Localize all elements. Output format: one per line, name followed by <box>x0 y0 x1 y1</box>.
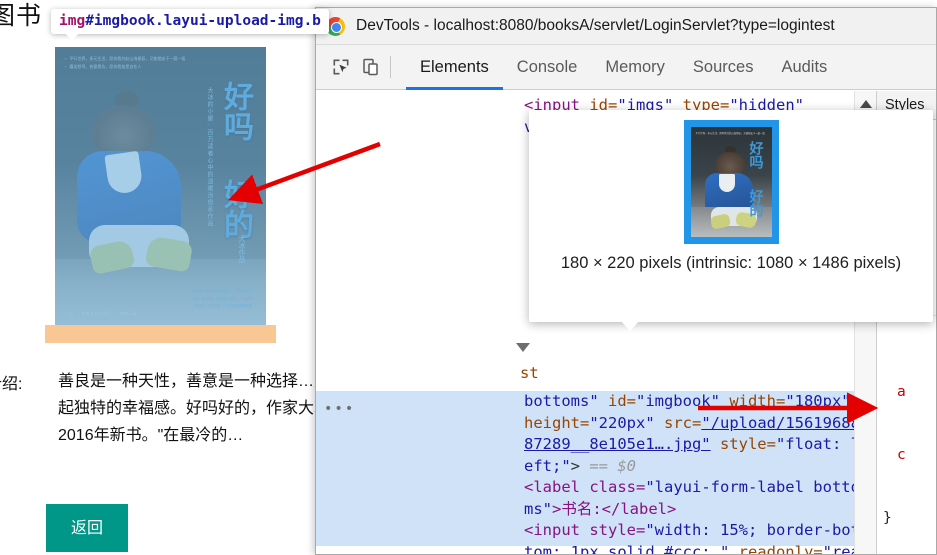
dom-label-open: <label class= <box>524 478 646 496</box>
screenshot-root: 图书 平行世界，多元生活，愿你我共赴山海星辰，又能相安于一蔬一饭 嬉笑怒骂、快意… <box>0 0 937 555</box>
dom-sel-class-tail: bottoms" <box>524 392 599 410</box>
preview-white-collar <box>718 174 735 192</box>
device-toolbar-icon[interactable] <box>356 52 386 82</box>
dom-sel-attr-id: id= <box>598 392 636 410</box>
preview-title-top: 好吗 <box>748 141 765 169</box>
element-selector-text: #imgbook.layui-upload-img.b <box>85 13 321 29</box>
dom-input-open: <input style= <box>524 521 646 539</box>
css-rule-2-close: } <box>883 510 892 526</box>
css-rule-2-value[interactable]: c <box>897 447 906 463</box>
preview-title-bottom: 好的 <box>748 189 765 217</box>
dom-sel-height-value: "220px" <box>589 413 655 432</box>
intro-text: 善良是一种天性，善意是一种选择…建立起独特的幸福感。好吗好的，作家大冰2016年… <box>58 373 347 444</box>
dom-sel-close-bracket: > <box>570 456 581 475</box>
image-dimensions-caption: 180 × 220 pixels (intrinsic: 1080 × 1486… <box>560 254 902 272</box>
image-preview-thumbnail: 平行世界，多元生活，愿你我共赴山海星辰，又能相安于一蔬一饭 好吗 好的 <box>683 120 779 244</box>
dom-ellipsis-dots: ••• <box>324 401 356 417</box>
toolbar-divider <box>390 56 391 78</box>
devtools-content-highlight <box>55 47 266 325</box>
tab-audits[interactable]: Audits <box>767 45 841 90</box>
tab-memory[interactable]: Memory <box>591 45 679 90</box>
dom-partial-attr-st: st <box>520 364 539 382</box>
dom-input-readonly: readonly= <box>729 542 823 555</box>
dom-sel-console-ref: == $0 <box>580 456 637 475</box>
preview-bullet-text: 平行世界，多元生活，愿你我共赴山海星辰，又能相安于一蔬一饭 <box>695 132 765 135</box>
scroll-up-arrow-icon[interactable] <box>859 100 872 108</box>
image-preview-popup: 平行世界，多元生活，愿你我共赴山海星辰，又能相安于一蔬一饭 好吗 好的 180 … <box>529 110 933 331</box>
css-rule-2-prop[interactable]: a <box>897 384 906 400</box>
tab-sources[interactable]: Sources <box>679 45 768 90</box>
tab-console[interactable]: Console <box>503 45 592 90</box>
tab-elements[interactable]: Elements <box>406 45 503 90</box>
devtools-toolbar-icons <box>316 52 406 82</box>
dom-sel-attr-style: style= <box>710 435 776 453</box>
devtools-tabbar: Elements Console Memory Sources Audits <box>316 45 936 90</box>
dom-sel-width-value: "180px" <box>785 392 851 410</box>
book-cover-image[interactable]: 平行世界，多元生活，愿你我共赴山海星辰，又能相安于一蔬一饭 嬉笑怒骂、快意恩仇，… <box>55 47 266 325</box>
page-title: 图书 <box>0 2 43 30</box>
devtools-window-title: DevTools - localhost:8080/booksA/servlet… <box>356 17 835 34</box>
dom-disclosure-triangle-icon[interactable] <box>516 343 530 352</box>
devtools-margin-highlight <box>45 325 276 343</box>
dom-node-img-imgbook[interactable]: bottoms" id="imgbook" width="180px" heig… <box>524 391 864 554</box>
intro-label: 介绍: <box>0 376 23 393</box>
css-rule-2[interactable]: t a c } <box>877 316 936 554</box>
devtools-titlebar: DevTools - localhost:8080/booksA/servlet… <box>316 8 936 45</box>
dom-sel-attr-width: width= <box>719 392 786 410</box>
element-tag-name: img <box>59 13 86 29</box>
dom-sel-attr-src: src= <box>654 413 702 432</box>
inspect-element-icon[interactable] <box>326 52 356 82</box>
dom-sel-id-value: "imgbook" <box>635 392 720 410</box>
back-button[interactable]: 返回 <box>46 504 128 552</box>
dom-label-text: >书名:</label> <box>552 499 677 518</box>
element-selector-tooltip: img#imgbook.layui-upload-img.b <box>51 9 329 41</box>
